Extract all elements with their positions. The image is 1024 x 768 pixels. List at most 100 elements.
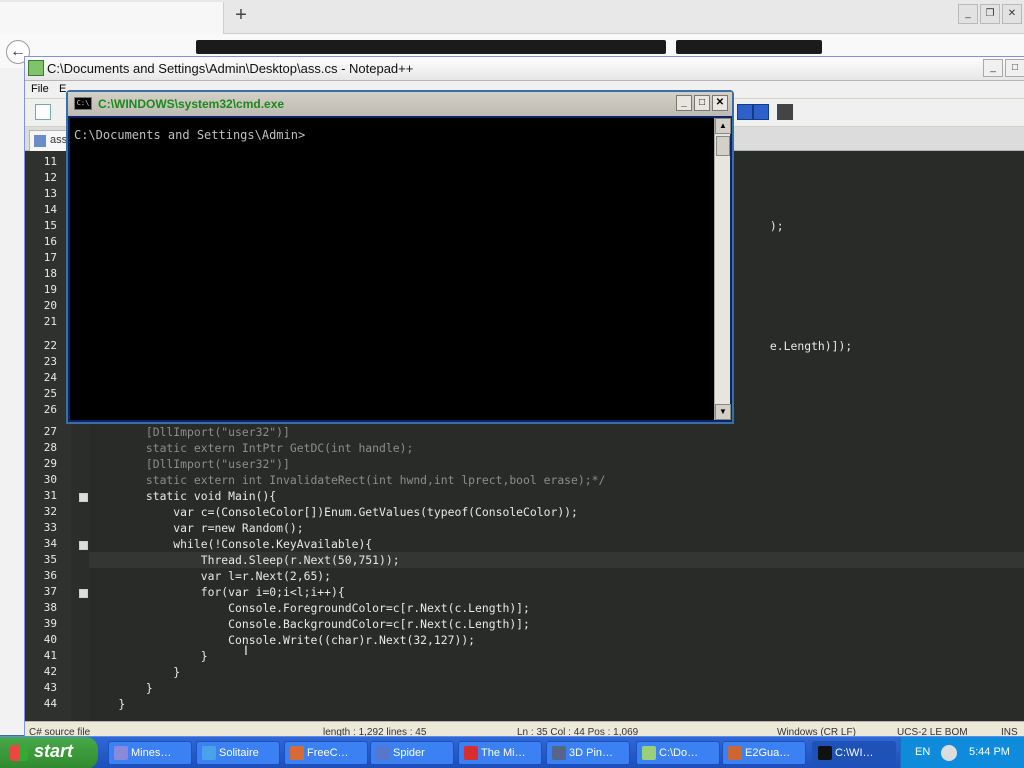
code-line: static void Main(){ — [91, 489, 277, 503]
code-line: var l=r.Next(2,65); — [91, 569, 332, 583]
fold-toggle-main[interactable] — [79, 493, 88, 502]
run-macro-multiple-icon[interactable] — [753, 104, 769, 120]
line-number: 15 — [43, 219, 57, 232]
scroll-thumb[interactable] — [716, 136, 730, 156]
start-button[interactable]: start — [0, 737, 98, 768]
line-number: 42 — [43, 665, 57, 678]
code-line: Thread.Sleep(r.Next(50,751)); — [91, 553, 400, 567]
taskbar-button[interactable]: Mines… — [108, 741, 192, 765]
url-bar[interactable] — [196, 40, 666, 54]
line-number: 23 — [43, 355, 57, 368]
code-line: [DllImport("user32")] — [91, 457, 290, 471]
line-number: 30 — [43, 473, 57, 486]
line-number: 33 — [43, 521, 57, 534]
cmd-minimize-button[interactable]: _ — [676, 95, 692, 111]
taskbar-app-icon — [642, 746, 656, 760]
code-line: } — [91, 681, 153, 695]
new-file-icon[interactable] — [35, 104, 51, 120]
line-number: 44 — [43, 697, 57, 710]
windows-logo-icon — [10, 745, 28, 761]
clock[interactable]: 5:44 PM — [969, 746, 1010, 758]
line-number: 36 — [43, 569, 57, 582]
start-label: start — [34, 741, 74, 761]
taskbar-button-label: The Mi… — [481, 747, 526, 759]
taskbar-button[interactable]: E2Gua… — [722, 741, 806, 765]
taskbar-app-icon — [376, 746, 390, 760]
line-number: 38 — [43, 601, 57, 614]
code-line: static extern IntPtr GetDC(int handle); — [91, 441, 414, 455]
line-number: 27 — [43, 425, 57, 438]
taskbar-button[interactable]: Spider — [370, 741, 454, 765]
line-number: 18 — [43, 267, 57, 280]
cmd-window-title: C:\WINDOWS\system32\cmd.exe — [98, 97, 285, 111]
line-number: 12 — [43, 171, 57, 184]
scroll-up-icon[interactable]: ▲ — [715, 118, 731, 134]
taskbar-app-icon — [818, 746, 832, 760]
code-line: [DllImport("user32")] — [91, 425, 290, 439]
code-line: } — [91, 649, 208, 663]
line-number: 22 — [43, 339, 57, 352]
taskbar-app-icon — [464, 746, 478, 760]
new-tab-button[interactable]: + — [230, 4, 252, 26]
code-line: Console.ForegroundColor=c[r.Next(c.Lengt… — [91, 601, 530, 615]
browser-close-button[interactable]: ✕ — [1002, 4, 1022, 24]
taskbar: start EN 5:44 PM Mines… Solitaire FreeC… Sp… — [0, 736, 1024, 768]
cmd-close-button[interactable]: ✕ — [712, 95, 728, 111]
browser-tab[interactable] — [0, 2, 224, 34]
line-number: 34 — [43, 537, 57, 550]
fold-toggle-for[interactable] — [79, 589, 88, 598]
line-number: 35 — [43, 553, 57, 566]
line-number: 19 — [43, 283, 57, 296]
scroll-down-icon[interactable]: ▼ — [715, 404, 731, 420]
cmd-titlebar[interactable]: C:\ C:\WINDOWS\system32\cmd.exe _ □ ✕ — [68, 92, 732, 116]
npp-app-icon — [28, 60, 44, 76]
npp-minimize-button[interactable]: _ — [983, 59, 1003, 77]
taskbar-button[interactable]: C:\WI… — [812, 741, 896, 765]
file-tab-label: ass — [50, 134, 68, 146]
line-number: 29 — [43, 457, 57, 470]
taskbar-button-label: E2Gua… — [745, 747, 791, 759]
taskbar-button[interactable]: FreeC… — [284, 741, 368, 765]
code-line: Console.Write((char)r.Next(32,127)); — [91, 633, 476, 647]
browser-tabstrip: + _ ❐ ✕ — [0, 0, 1024, 34]
menu-file[interactable]: File — [31, 83, 49, 95]
taskbar-button-label: Mines… — [131, 747, 172, 759]
line-number: 31 — [43, 489, 57, 502]
playback-macro-icon[interactable] — [737, 104, 753, 120]
save-macro-icon[interactable] — [777, 104, 793, 120]
language-indicator[interactable]: EN — [915, 746, 930, 758]
system-tray: EN 5:44 PM — [900, 737, 1024, 768]
browser-restore-button[interactable]: ❐ — [980, 4, 1000, 24]
browser-search-box[interactable] — [676, 40, 822, 54]
taskbar-button[interactable]: Solitaire — [196, 741, 280, 765]
taskbar-button[interactable]: C:\Do… — [636, 741, 720, 765]
taskbar-button[interactable]: The Mi… — [458, 741, 542, 765]
browser-minimize-button[interactable]: _ — [958, 4, 978, 24]
taskbar-button[interactable]: 3D Pin… — [546, 741, 630, 765]
npp-titlebar[interactable]: C:\Documents and Settings\Admin\Desktop\… — [25, 57, 1024, 81]
npp-maximize-button[interactable]: □ — [1005, 59, 1024, 77]
cmd-app-icon[interactable]: C:\ — [74, 97, 92, 110]
cmd-window: C:\ C:\WINDOWS\system32\cmd.exe _ □ ✕ C:… — [66, 90, 734, 424]
line-number: 32 — [43, 505, 57, 518]
tray-expand-icon[interactable] — [941, 745, 957, 761]
line-number: 43 — [43, 681, 57, 694]
line-number: 37 — [43, 585, 57, 598]
browser-window-controls: _ ❐ ✕ — [958, 4, 1022, 24]
cmd-console-area[interactable]: C:\Documents and Settings\Admin> — [70, 118, 714, 420]
line-number: 21 — [43, 315, 57, 328]
taskbar-app-icon — [202, 746, 216, 760]
line-number: 25 — [43, 387, 57, 400]
line-number: 39 — [43, 617, 57, 630]
line-number: 26 — [43, 403, 57, 416]
taskbar-button-label: Spider — [393, 747, 425, 759]
cmd-scrollbar[interactable]: ▲ ▼ — [714, 118, 731, 420]
fold-toggle-while[interactable] — [79, 541, 88, 550]
line-number: 11 — [43, 155, 57, 168]
file-tab-icon — [34, 135, 46, 147]
line-number: 16 — [43, 235, 57, 248]
taskbar-app-icon — [290, 746, 304, 760]
cmd-maximize-button[interactable]: □ — [694, 95, 710, 111]
code-line: for(var i=0;i<l;i++){ — [91, 585, 345, 599]
line-number: 28 — [43, 441, 57, 454]
